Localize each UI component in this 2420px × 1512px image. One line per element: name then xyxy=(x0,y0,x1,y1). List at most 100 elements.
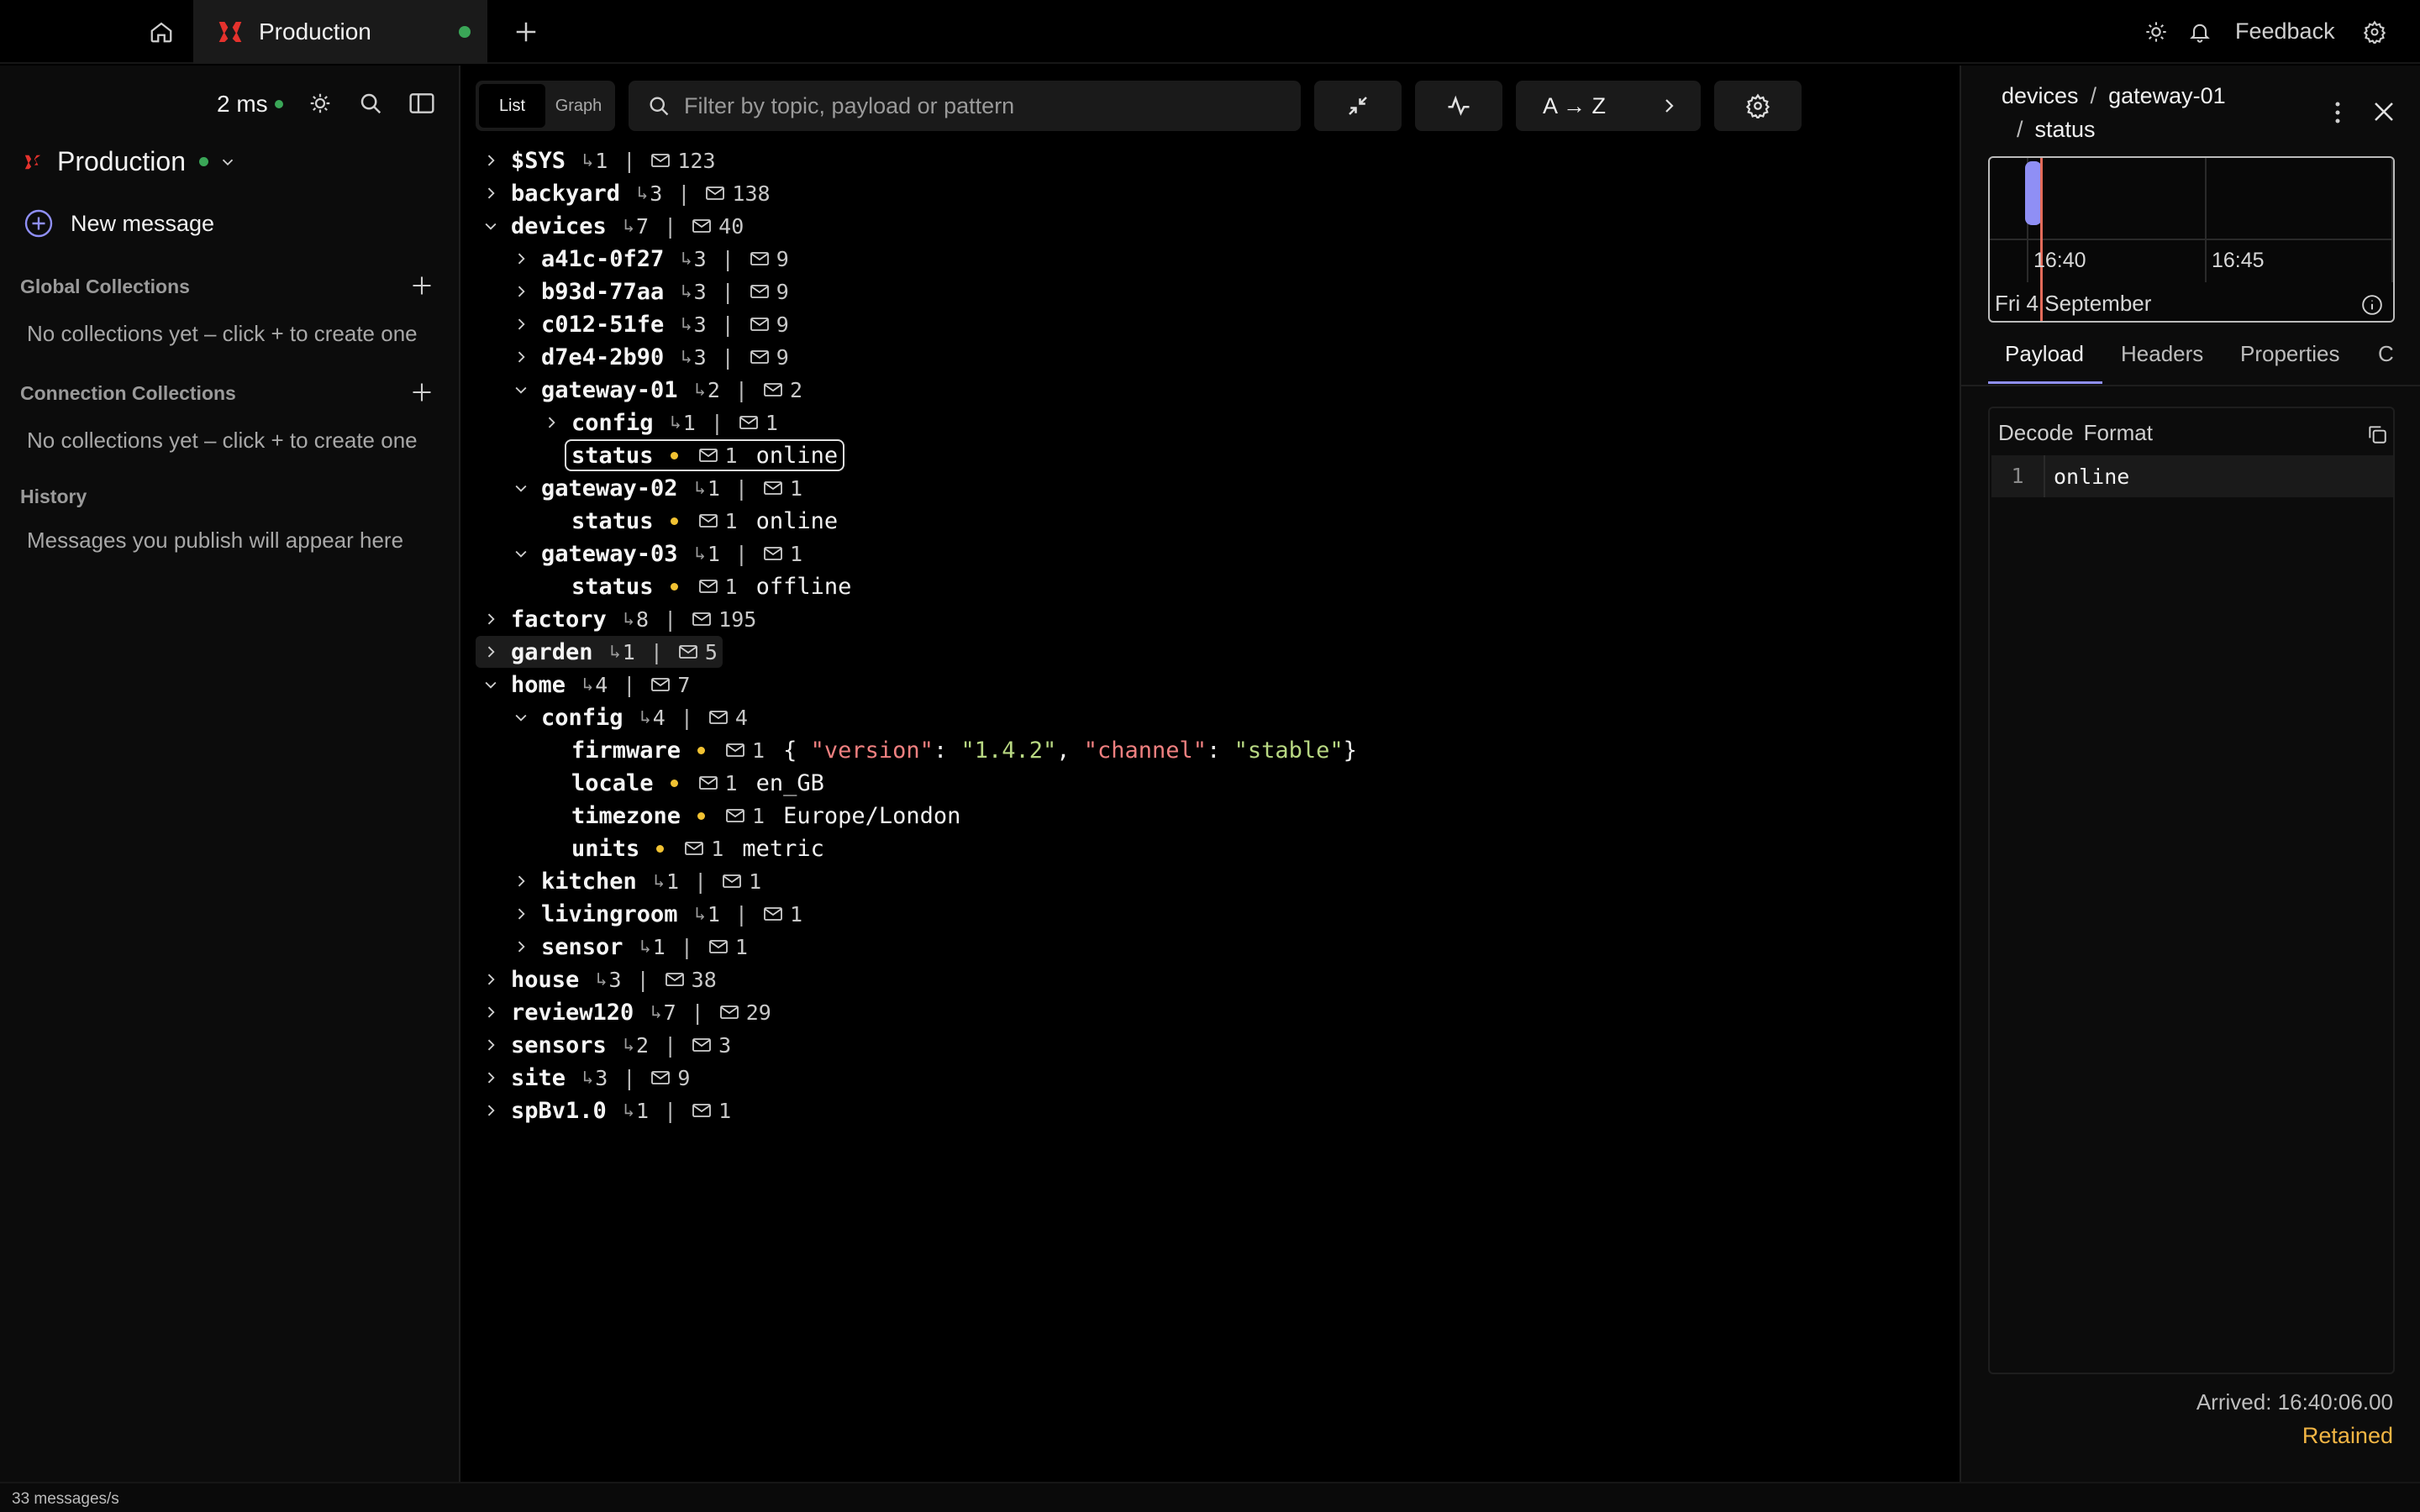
chevron-right-icon[interactable] xyxy=(511,871,531,891)
info-icon[interactable] xyxy=(2360,292,2385,318)
connection-selector[interactable]: Production xyxy=(24,146,237,177)
add-tab-button[interactable] xyxy=(508,13,544,50)
subtopic-count: 3 xyxy=(693,344,707,370)
tree-row[interactable]: sensors ↳ 2 | 3 xyxy=(481,1029,731,1061)
tree-row[interactable]: locale 1 en_GB xyxy=(571,767,824,799)
feedback-link[interactable]: Feedback xyxy=(2235,18,2335,45)
topic-name: d7e4-2b90 xyxy=(541,344,665,370)
message-timeline[interactable]: 16:40 16:45 Fri 4 September xyxy=(1988,156,2395,323)
tree-row[interactable]: b93d-77aa ↳ 3 | 9 xyxy=(511,276,789,307)
tree-row[interactable]: status 1 online xyxy=(571,505,838,537)
topic-name: units xyxy=(571,835,640,862)
timeline-window-handle[interactable] xyxy=(2025,161,2042,225)
tree-row[interactable]: gateway-01 ↳ 2 | 2 xyxy=(511,374,802,406)
chevron-right-icon[interactable] xyxy=(481,1068,501,1088)
chevron-right-icon[interactable] xyxy=(511,281,531,302)
chevron-right-icon[interactable] xyxy=(481,609,501,629)
decode-button[interactable]: Decode xyxy=(1998,420,2074,445)
format-button[interactable]: Format xyxy=(2084,420,2153,445)
tree-row[interactable]: garden ↳ 1 | 5 xyxy=(476,636,723,668)
copy-icon[interactable] xyxy=(2365,422,2390,447)
breadcrumb-item[interactable]: status xyxy=(2035,117,2096,142)
message-count: 1 xyxy=(724,574,738,599)
chevron-down-icon[interactable] xyxy=(481,216,501,236)
chevron-right-icon[interactable] xyxy=(481,642,501,662)
sidebar-toggle-icon[interactable] xyxy=(405,87,439,119)
tree-row[interactable]: sensor ↳ 1 | 1 xyxy=(511,931,748,963)
chevron-right-icon[interactable] xyxy=(481,1035,501,1055)
tree-row[interactable]: site ↳ 3 | 9 xyxy=(481,1062,690,1094)
new-message-button[interactable]: New message xyxy=(24,208,214,239)
topic-name: sensors xyxy=(511,1032,607,1058)
breadcrumb-item[interactable]: devices xyxy=(2002,83,2079,108)
chevron-right-icon[interactable] xyxy=(511,904,531,924)
envelope-icon xyxy=(698,774,718,791)
tab-headers[interactable]: Headers xyxy=(2121,341,2203,367)
tree-row[interactable]: c012-51fe ↳ 3 | 9 xyxy=(511,308,789,340)
chevron-right-icon[interactable] xyxy=(481,150,501,171)
tree-row[interactable]: firmware 1 { "version": "1.4.2", "channel"… xyxy=(571,734,1357,766)
tree-row[interactable]: factory ↳ 8 | 195 xyxy=(481,603,756,635)
breadcrumb-item[interactable]: gateway-01 xyxy=(2108,83,2226,108)
chevron-right-icon[interactable] xyxy=(511,249,531,269)
search-icon[interactable] xyxy=(355,87,387,119)
chevron-down-icon[interactable] xyxy=(511,707,531,727)
tree-row[interactable]: config ↳ 1 | 1 xyxy=(541,407,778,438)
tree-row[interactable]: status 1 online xyxy=(565,439,845,471)
view-list-button[interactable]: List xyxy=(479,84,545,128)
tab-properties[interactable]: Properties xyxy=(2240,341,2340,367)
tree-row[interactable]: gateway-03 ↳ 1 | 1 xyxy=(511,538,802,570)
close-icon[interactable] xyxy=(2366,94,2402,129)
tree-row[interactable]: config ↳ 4 | 4 xyxy=(511,701,748,733)
chevron-down-icon[interactable] xyxy=(511,478,531,498)
chevron-right-icon[interactable] xyxy=(541,412,561,433)
line-number: 1 xyxy=(1991,455,2045,497)
chevron-right-icon[interactable] xyxy=(481,969,501,990)
tree-row[interactable]: a41c-0f27 ↳ 3 | 9 xyxy=(511,243,789,275)
sun-icon[interactable] xyxy=(2139,15,2173,49)
tree-row[interactable]: review120 ↳ 7 | 29 xyxy=(481,996,771,1028)
chevron-down-icon[interactable] xyxy=(511,543,531,564)
tree-row[interactable]: house ↳ 3 | 38 xyxy=(481,963,717,995)
tree-row[interactable]: spBv1.0 ↳ 1 | 1 xyxy=(481,1095,731,1126)
tree-row[interactable]: d7e4-2b90 ↳ 3 | 9 xyxy=(511,341,789,373)
filter-input[interactable] xyxy=(684,92,1272,119)
bell-icon[interactable] xyxy=(2183,15,2217,49)
payload-line[interactable]: 1 online xyxy=(1991,455,2393,497)
view-graph-button[interactable]: Graph xyxy=(545,84,612,128)
tree-row[interactable]: gateway-02 ↳ 1 | 1 xyxy=(511,472,802,504)
chevron-right-icon[interactable] xyxy=(481,1100,501,1121)
plug-icon[interactable] xyxy=(304,87,336,119)
divider: | xyxy=(721,312,734,337)
chevron-right-icon[interactable] xyxy=(481,1002,501,1022)
tab-payload[interactable]: Payload xyxy=(2005,341,2084,367)
tree-row[interactable]: units 1 metric xyxy=(571,832,824,864)
connection-tab[interactable]: Production xyxy=(193,0,487,64)
tree-row[interactable]: $SYS ↳ 1 | 123 xyxy=(481,144,716,176)
add-global-collection-button[interactable] xyxy=(405,269,439,302)
tree-row[interactable]: livingroom ↳ 1 | 1 xyxy=(511,898,802,930)
gear-icon[interactable] xyxy=(2358,15,2391,49)
chevron-right-icon[interactable] xyxy=(511,347,531,367)
chevron-down-icon[interactable] xyxy=(511,380,531,400)
sort-button[interactable]: A → Z xyxy=(1516,81,1701,131)
chevron-down-icon[interactable] xyxy=(481,675,501,695)
tree-row[interactable]: kitchen ↳ 1 | 1 xyxy=(511,865,761,897)
tree-row[interactable]: timezone 1 Europe/London xyxy=(571,800,960,832)
add-connection-collection-button[interactable] xyxy=(405,375,439,409)
tree-row[interactable]: home ↳ 4 | 7 xyxy=(481,669,690,701)
envelope-icon xyxy=(750,283,770,300)
chevron-right-icon[interactable] xyxy=(511,937,531,957)
more-vertical-icon[interactable] xyxy=(2321,96,2354,129)
tree-row[interactable]: status 1 offline xyxy=(571,570,851,602)
envelope-icon xyxy=(692,218,712,234)
chevron-right-icon[interactable] xyxy=(481,183,501,203)
tab-more[interactable]: C xyxy=(2378,341,2394,367)
collapse-all-button[interactable] xyxy=(1314,81,1402,131)
activity-button[interactable] xyxy=(1415,81,1502,131)
tree-settings-button[interactable] xyxy=(1714,81,1802,131)
tree-row[interactable]: devices ↳ 7 | 40 xyxy=(481,210,744,242)
home-icon[interactable] xyxy=(136,15,187,49)
chevron-right-icon[interactable] xyxy=(511,314,531,334)
tree-row[interactable]: backyard ↳ 3 | 138 xyxy=(481,177,771,209)
